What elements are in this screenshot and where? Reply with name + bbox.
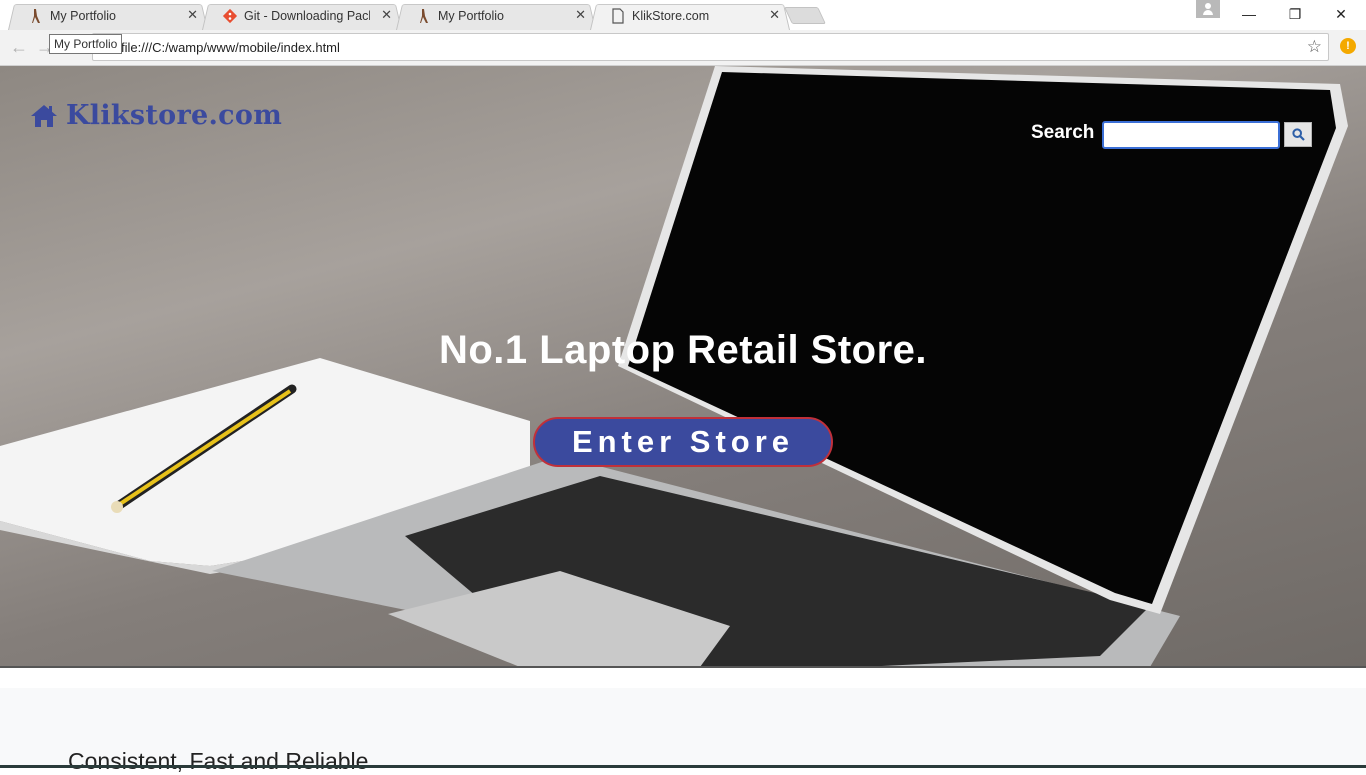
section-heading: Consistent, Fast and Reliable (68, 748, 369, 774)
portfolio-favicon-icon (32, 9, 40, 23)
address-bar[interactable]: file:///C:/wamp/www/mobile/index.html ☆ (92, 33, 1329, 61)
search-input[interactable] (1102, 121, 1280, 149)
tab-klikstore[interactable]: KlikStore.com ✕ (590, 2, 790, 30)
features-section: Consistent, Fast and Reliable (0, 688, 1366, 774)
hero-divider (0, 666, 1366, 668)
restore-button[interactable]: ❐ (1272, 0, 1318, 28)
page-favicon-icon (612, 8, 624, 24)
tab-title: My Portfolio (438, 9, 504, 23)
home-icon (31, 104, 57, 127)
portfolio-favicon-icon (420, 9, 428, 23)
tab-tooltip: My Portfolio (49, 34, 123, 54)
hero-headline: No.1 Laptop Retail Store. (438, 328, 928, 372)
tab-close-icon[interactable]: ✕ (769, 8, 780, 22)
back-arrow-icon[interactable]: ← (10, 37, 28, 58)
minimize-button[interactable]: — (1226, 0, 1272, 28)
search-label: Search (1031, 122, 1095, 143)
tab-git[interactable]: Git - Downloading Packa ✕ (202, 2, 402, 30)
tab-close-icon[interactable]: ✕ (381, 8, 392, 22)
search-icon (1291, 128, 1305, 141)
browser-toolbar: ← → file:///C:/wamp/www/mobile/index.htm… (0, 30, 1366, 66)
update-alert-icon[interactable]: ! (1340, 38, 1356, 54)
tab-my-portfolio-2[interactable]: My Portfolio ✕ (396, 2, 596, 30)
new-tab-button[interactable] (784, 7, 826, 24)
brand-logo[interactable]: Klikstore.com (30, 100, 282, 131)
close-window-button[interactable]: ✕ (1318, 0, 1364, 28)
brand-name: Klikstore.com (66, 100, 283, 131)
url-text[interactable]: file:///C:/wamp/www/mobile/index.html (121, 40, 340, 55)
tab-strip: My Portfolio ✕ Git - Downloading Packa ✕… (0, 0, 1366, 30)
tab-close-icon[interactable]: ✕ (575, 8, 586, 22)
tab-close-icon[interactable]: ✕ (187, 8, 198, 22)
git-favicon-icon (222, 8, 238, 24)
tab-title: My Portfolio (50, 9, 116, 23)
bookmark-star-icon[interactable]: ☆ (1307, 37, 1322, 57)
search-button[interactable] (1284, 122, 1312, 147)
tab-my-portfolio-1[interactable]: My Portfolio ✕ (8, 2, 208, 30)
tab-title: Git - Downloading Packa (244, 9, 370, 23)
enter-store-button[interactable]: Enter Store (533, 417, 833, 467)
tab-title: KlikStore.com (632, 9, 710, 23)
profile-icon[interactable] (1196, 0, 1220, 18)
